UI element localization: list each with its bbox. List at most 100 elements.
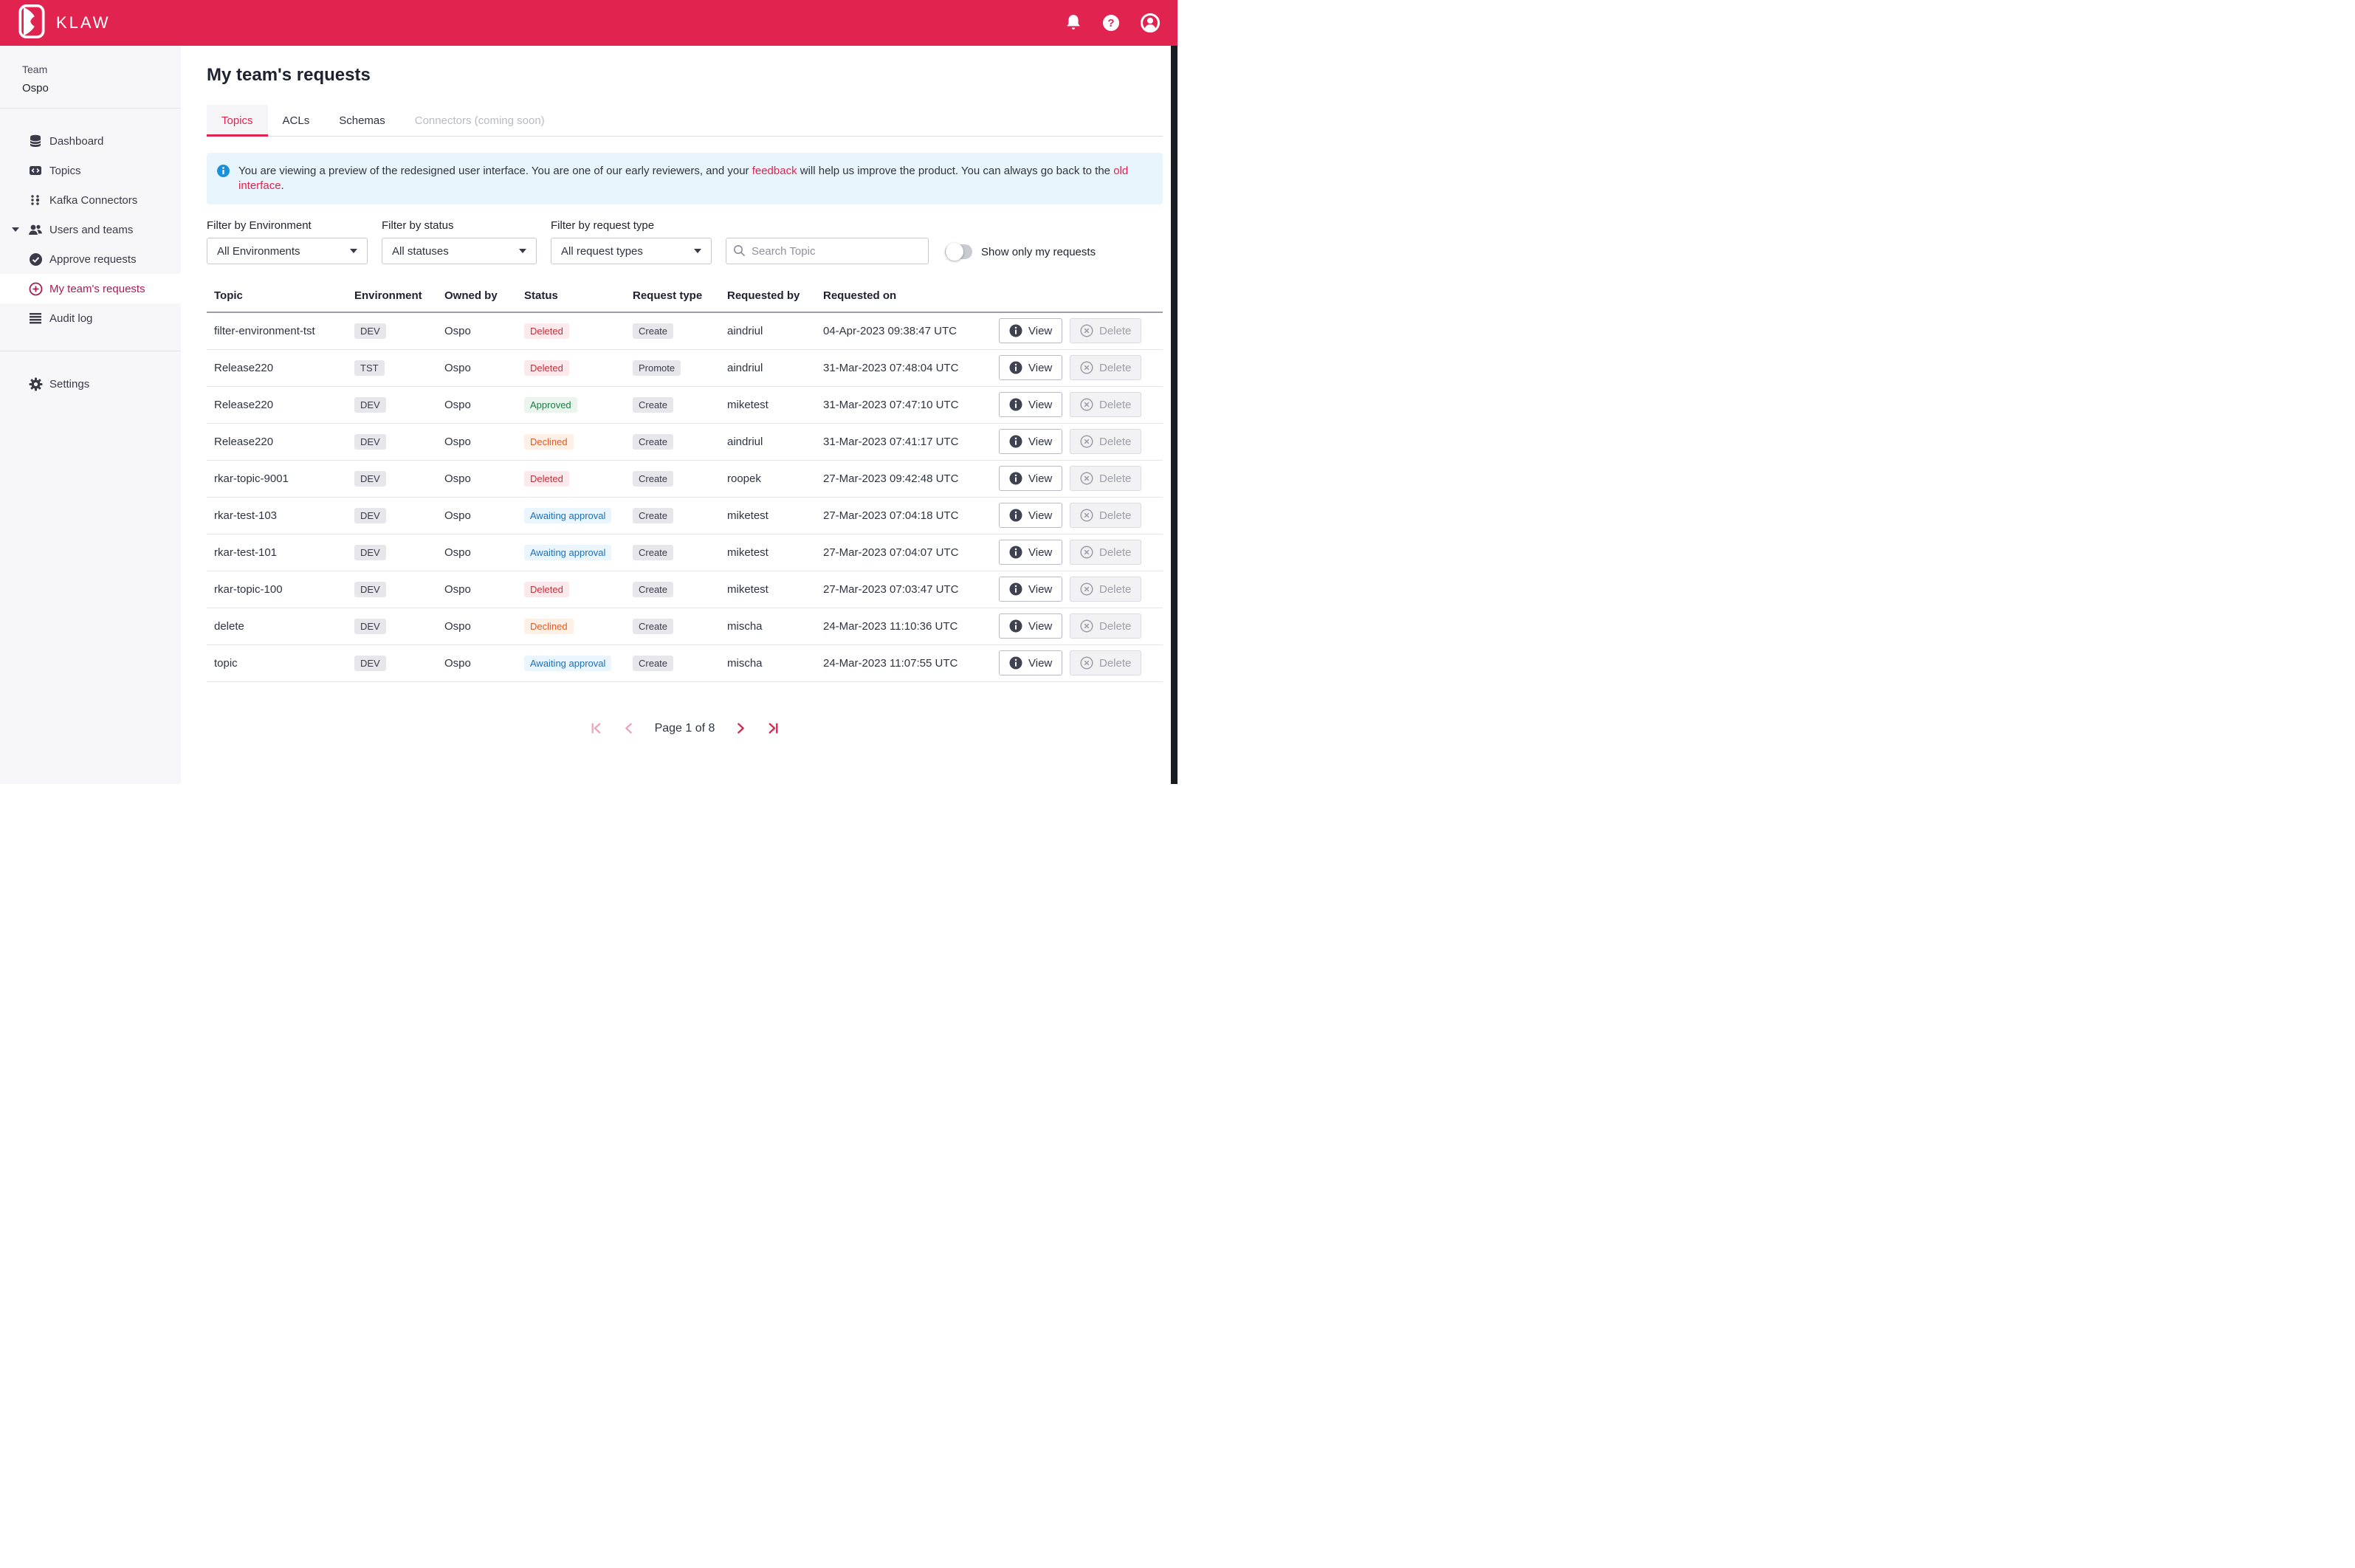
request-type-cell: Create bbox=[625, 460, 720, 497]
bell-icon[interactable] bbox=[1065, 14, 1082, 32]
first-page-button[interactable] bbox=[590, 722, 602, 735]
status-cell: Awaiting approval bbox=[517, 644, 625, 681]
delete-button[interactable]: Delete bbox=[1070, 355, 1141, 380]
status-badge: Awaiting approval bbox=[524, 508, 611, 523]
view-button[interactable]: View bbox=[999, 577, 1062, 602]
tab-topics[interactable]: Topics bbox=[207, 105, 268, 136]
view-button[interactable]: View bbox=[999, 613, 1062, 639]
topic-cell: rkar-topic-9001 bbox=[207, 460, 347, 497]
delete-button[interactable]: Delete bbox=[1070, 503, 1141, 528]
view-cell: View bbox=[991, 460, 1062, 497]
info-icon bbox=[1009, 398, 1022, 411]
sidebar-item-my-teams-requests[interactable]: My team's requests bbox=[0, 274, 181, 303]
selected-value: All Environments bbox=[217, 245, 300, 258]
delete-button[interactable]: Delete bbox=[1070, 466, 1141, 491]
sidebar-item-settings[interactable]: Settings bbox=[0, 369, 181, 399]
status-badge: Deleted bbox=[524, 582, 569, 597]
requested-on-cell: 27-Mar-2023 09:42:48 UTC bbox=[816, 460, 991, 497]
view-button[interactable]: View bbox=[999, 355, 1062, 380]
sidebar-item-audit-log[interactable]: Audit log bbox=[0, 303, 181, 333]
table-row: rkar-topic-9001 DEV Ospo Deleted Create … bbox=[207, 460, 1163, 497]
circle-x-icon bbox=[1080, 546, 1093, 559]
filter-status-select[interactable]: All statuses bbox=[382, 238, 537, 264]
owned-by-cell: Ospo bbox=[437, 497, 517, 534]
view-button[interactable]: View bbox=[999, 318, 1062, 343]
filter-request-type-select[interactable]: All request types bbox=[551, 238, 712, 264]
status-cell: Awaiting approval bbox=[517, 497, 625, 534]
filter-bar: Filter by Environment All Environments F… bbox=[207, 219, 1178, 264]
search-icon bbox=[733, 244, 746, 261]
chevron-down-icon bbox=[350, 249, 357, 253]
feedback-link[interactable]: feedback bbox=[752, 165, 797, 177]
next-page-button[interactable] bbox=[735, 722, 746, 735]
help-icon[interactable]: ? bbox=[1102, 14, 1120, 32]
view-button[interactable]: View bbox=[999, 503, 1062, 528]
chevron-down-icon bbox=[694, 249, 701, 253]
sidebar-item-approve-requests[interactable]: Approve requests bbox=[0, 244, 181, 274]
requested-by-cell: mischa bbox=[720, 644, 816, 681]
tab-acls[interactable]: ACLs bbox=[268, 105, 325, 136]
code-block-icon bbox=[28, 163, 43, 178]
delete-button[interactable]: Delete bbox=[1070, 577, 1141, 602]
profile-icon[interactable] bbox=[1141, 13, 1160, 32]
delete-button[interactable]: Delete bbox=[1070, 650, 1141, 675]
view-button[interactable]: View bbox=[999, 429, 1062, 454]
status-badge: Awaiting approval bbox=[524, 656, 611, 671]
environment-cell: DEV bbox=[347, 608, 437, 644]
delete-cell: Delete bbox=[1062, 460, 1163, 497]
tabs-bar: Topics ACLs Schemas Connectors (coming s… bbox=[207, 105, 1163, 137]
search-input[interactable] bbox=[726, 238, 929, 264]
people-icon bbox=[28, 222, 43, 237]
request-type-badge: Promote bbox=[633, 360, 681, 376]
requested-by-cell: mischa bbox=[720, 608, 816, 644]
delete-button[interactable]: Delete bbox=[1070, 392, 1141, 417]
table-row: filter-environment-tst DEV Ospo Deleted … bbox=[207, 312, 1163, 349]
status-cell: Deleted bbox=[517, 349, 625, 386]
sidebar-item-kafka-connectors[interactable]: Kafka Connectors bbox=[0, 185, 181, 215]
environment-cell: DEV bbox=[347, 386, 437, 423]
delete-cell: Delete bbox=[1062, 349, 1163, 386]
klaw-logo[interactable]: KLAW bbox=[18, 4, 111, 42]
requested-on-cell: 31-Mar-2023 07:48:04 UTC bbox=[816, 349, 991, 386]
delete-button[interactable]: Delete bbox=[1070, 540, 1141, 565]
show-only-my-requests-toggle[interactable] bbox=[945, 244, 972, 259]
requested-on-cell: 31-Mar-2023 07:47:10 UTC bbox=[816, 386, 991, 423]
column-header-actions bbox=[1062, 289, 1163, 312]
request-type-badge: Create bbox=[633, 545, 673, 560]
view-button[interactable]: View bbox=[999, 392, 1062, 417]
window-scrollbar[interactable] bbox=[1171, 0, 1178, 784]
owned-by-cell: Ospo bbox=[437, 534, 517, 571]
table-row: rkar-test-101 DEV Ospo Awaiting approval… bbox=[207, 534, 1163, 571]
topic-cell: rkar-test-101 bbox=[207, 534, 347, 571]
owned-by-cell: Ospo bbox=[437, 644, 517, 681]
view-cell: View bbox=[991, 497, 1062, 534]
sidebar-item-users-and-teams[interactable]: Users and teams bbox=[0, 215, 181, 244]
tab-schemas[interactable]: Schemas bbox=[324, 105, 400, 136]
filter-environment-select[interactable]: All Environments bbox=[207, 238, 368, 264]
environment-cell: TST bbox=[347, 349, 437, 386]
status-cell: Awaiting approval bbox=[517, 534, 625, 571]
status-cell: Declined bbox=[517, 608, 625, 644]
request-type-badge: Create bbox=[633, 656, 673, 671]
request-type-badge: Create bbox=[633, 323, 673, 339]
info-icon bbox=[1009, 472, 1022, 485]
requested-by-cell: miketest bbox=[720, 571, 816, 608]
view-button[interactable]: View bbox=[999, 466, 1062, 491]
view-button[interactable]: View bbox=[999, 540, 1062, 565]
delete-button[interactable]: Delete bbox=[1070, 318, 1141, 343]
sidebar-item-dashboard[interactable]: Dashboard bbox=[0, 126, 181, 156]
delete-button[interactable]: Delete bbox=[1070, 429, 1141, 454]
sidebar-item-label: Approve requests bbox=[49, 253, 137, 266]
environment-cell: DEV bbox=[347, 497, 437, 534]
request-type-badge: Create bbox=[633, 471, 673, 486]
status-cell: Deleted bbox=[517, 571, 625, 608]
plus-circle-icon bbox=[28, 281, 43, 296]
delete-cell: Delete bbox=[1062, 312, 1163, 349]
delete-cell: Delete bbox=[1062, 644, 1163, 681]
delete-button[interactable]: Delete bbox=[1070, 613, 1141, 639]
table-row: Release220 DEV Ospo Approved Create mike… bbox=[207, 386, 1163, 423]
last-page-button[interactable] bbox=[767, 722, 780, 735]
previous-page-button[interactable] bbox=[623, 722, 634, 735]
view-button[interactable]: View bbox=[999, 650, 1062, 675]
sidebar-item-topics[interactable]: Topics bbox=[0, 156, 181, 185]
